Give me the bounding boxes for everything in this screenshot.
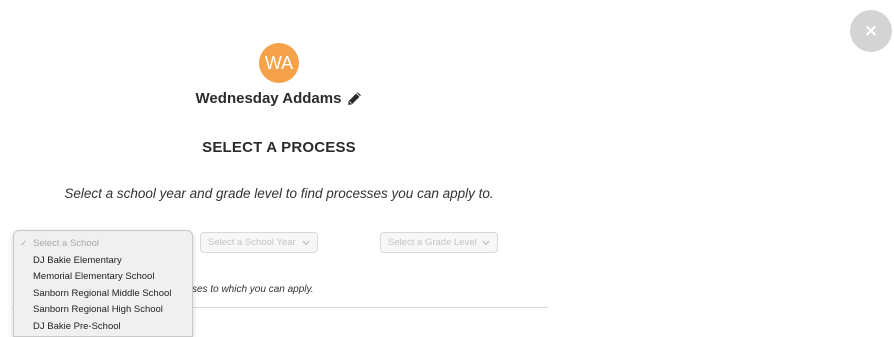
close-icon: × (863, 21, 879, 41)
checkmark-icon: ✓ (20, 239, 28, 249)
avatar-initials: WA (264, 52, 294, 73)
grade-level-select[interactable]: Select a Grade Level (380, 232, 498, 253)
school-year-select-value: Select a School Year (208, 237, 296, 248)
school-option-placeholder[interactable]: ✓ Select a School (14, 236, 192, 253)
school-option-label: Sanborn Regional High School (33, 304, 163, 316)
school-option-label: Select a School (33, 238, 100, 249)
section-title: SELECT A PROCESS (202, 139, 356, 156)
school-option[interactable]: DJ Bakie Elementary (14, 253, 192, 270)
school-dropdown-list[interactable]: ✓ Select a School DJ Bakie Elementary Me… (13, 230, 193, 337)
avatar: WA (259, 43, 299, 83)
school-year-select[interactable]: Select a School Year (200, 232, 318, 253)
pencil-icon[interactable] (347, 91, 362, 106)
chevron-down-icon (302, 240, 310, 246)
close-button[interactable]: × (850, 10, 892, 52)
user-name-row: Wednesday Addams (0, 90, 558, 107)
grade-level-select-value: Select a Grade Level (388, 237, 477, 248)
school-option[interactable]: Sanborn Regional Middle School (14, 286, 192, 303)
school-option-label: Memorial Elementary School (33, 271, 155, 283)
process-selection-page: × WA Wednesday Addams SELECT A PROCESS S… (0, 0, 894, 337)
school-option-label: Sanborn Regional Middle School (33, 287, 172, 299)
school-option[interactable]: Sanborn Regional High School (14, 302, 192, 319)
no-processes-note: sses to which you can apply. (187, 284, 314, 295)
instructions-text: Select a school year and grade level to … (64, 186, 494, 201)
school-option[interactable]: Memorial Elementary School (14, 269, 192, 286)
chevron-down-icon (482, 240, 490, 246)
school-option-label: DJ Bakie Elementary (33, 254, 122, 266)
school-option[interactable]: DJ Bakie Pre-School (14, 319, 192, 336)
user-name: Wednesday Addams (195, 90, 342, 107)
school-option-label: DJ Bakie Pre-School (33, 320, 121, 332)
